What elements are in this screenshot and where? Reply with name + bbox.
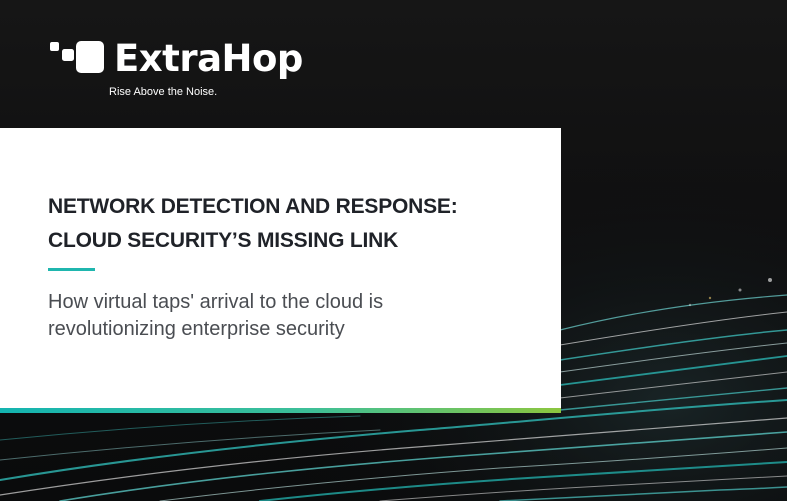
brand-name: ExtraHop (114, 36, 303, 80)
subtitle-line-1: How virtual taps' arrival to the cloud i… (48, 291, 384, 313)
subtitle-line-2: revolutionizing enterprise security (48, 318, 345, 340)
title-divider (48, 268, 95, 271)
title-line-2: CLOUD SECURITY’S MISSING LINK (48, 229, 399, 252)
title-line-1: NETWORK DETECTION AND RESPONSE: (48, 195, 458, 218)
brand-tagline: Rise Above the Noise. (109, 86, 218, 98)
card-accent-bar (0, 408, 561, 413)
document-title: NETWORK DETECTION AND RESPONSE: CLOUD SE… (48, 190, 548, 258)
document-subtitle: How virtual taps' arrival to the cloud i… (48, 289, 548, 343)
extrahop-logo-icon (50, 41, 104, 73)
brand-logo: ExtraHop (50, 36, 303, 80)
